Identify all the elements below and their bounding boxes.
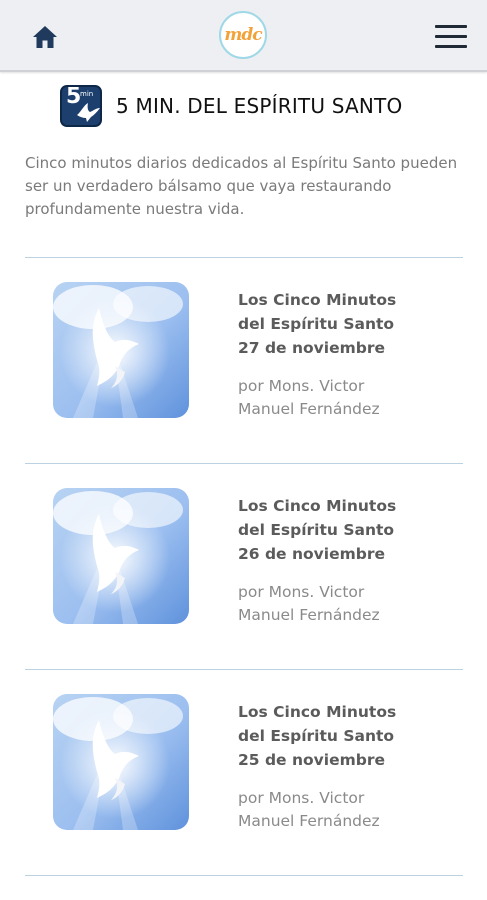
post-title[interactable]: Los Cinco Minutos del Espíritu Santo 25 …: [238, 700, 458, 772]
dove-in-clouds-image: [53, 694, 189, 830]
app-logo[interactable]: mdc: [219, 11, 267, 59]
post-thumbnail[interactable]: [53, 282, 189, 418]
five-min-section-icon: 5 min: [60, 85, 102, 127]
home-button[interactable]: [27, 20, 63, 54]
post-item[interactable]: Los Cinco Minutos del Espíritu Santo 26 …: [25, 464, 463, 624]
dove-in-clouds-image: [53, 282, 189, 418]
post-date: 25 de noviembre: [238, 751, 385, 769]
post-author: por Mons. Victor Manuel Fernández: [238, 789, 380, 830]
section-header: 5 min 5 MIN. DEL ESPÍRITU SANTO: [60, 85, 402, 127]
dove-in-clouds-image: [53, 488, 189, 624]
divider: [25, 875, 463, 876]
post-thumbnail[interactable]: [53, 488, 189, 624]
post-title[interactable]: Los Cinco Minutos del Espíritu Santo 27 …: [238, 288, 458, 360]
post-author: por Mons. Victor Manuel Fernández: [238, 377, 380, 418]
post-author: por Mons. Victor Manuel Fernández: [238, 583, 380, 624]
post-thumbnail[interactable]: [53, 694, 189, 830]
post-date: 26 de noviembre: [238, 545, 385, 563]
post-date: 27 de noviembre: [238, 339, 385, 357]
home-icon: [33, 26, 57, 48]
hamburger-menu-icon: [435, 25, 467, 28]
dove-icon: [77, 103, 100, 122]
post-item[interactable]: Los Cinco Minutos del Espíritu Santo 27 …: [25, 258, 463, 418]
section-description: Cinco minutos diarios dedicados al Espír…: [25, 154, 458, 218]
post-item[interactable]: Los Cinco Minutos del Espíritu Santo 25 …: [25, 670, 463, 830]
logo-text: mdc: [224, 25, 262, 45]
section-title: 5 MIN. DEL ESPÍRITU SANTO: [116, 94, 403, 118]
top-app-bar: mdc: [0, 0, 487, 72]
menu-button[interactable]: [433, 22, 471, 52]
post-title[interactable]: Los Cinco Minutos del Espíritu Santo 26 …: [238, 494, 458, 566]
